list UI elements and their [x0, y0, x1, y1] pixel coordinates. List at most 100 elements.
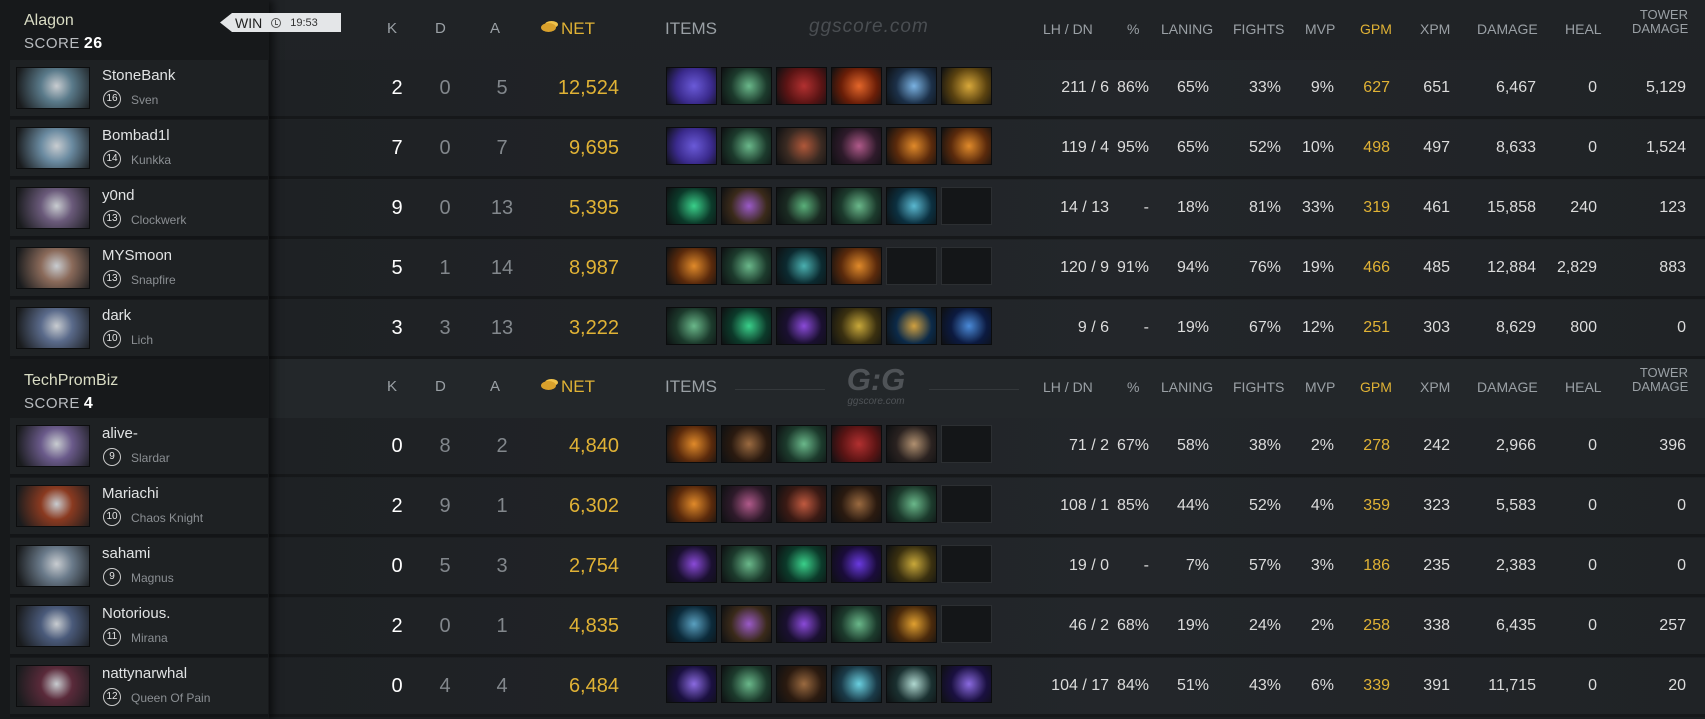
hero-portrait[interactable]	[16, 187, 90, 229]
wave-orb-item[interactable]	[886, 187, 937, 225]
purple-cloak-item[interactable]	[666, 67, 717, 105]
col-xpm[interactable]: XPM	[1420, 379, 1450, 395]
golden-helm-item[interactable]	[941, 67, 992, 105]
green-staff-item[interactable]	[721, 127, 772, 165]
col-kills[interactable]: K	[387, 378, 397, 395]
orange-bracer-item[interactable]	[886, 127, 937, 165]
col-lh-dn[interactable]: LH / DN	[1043, 379, 1093, 395]
col-fights[interactable]: FIGHTS	[1233, 379, 1284, 395]
green-staff-item[interactable]	[831, 605, 882, 643]
purple-cloak-item[interactable]	[666, 127, 717, 165]
mana-potion-item[interactable]	[941, 307, 992, 345]
player-row[interactable]: Mariachi 10 Chaos Knight	[10, 478, 268, 537]
col-damage[interactable]: DAMAGE	[1477, 379, 1538, 395]
col-percent[interactable]: %	[1127, 379, 1139, 395]
gold-trinket-item[interactable]	[831, 307, 882, 345]
brown-boots-item[interactable]	[721, 425, 772, 463]
blue-crystal-item[interactable]	[831, 665, 882, 703]
hero-portrait[interactable]	[16, 485, 90, 527]
crossbow-item[interactable]	[721, 485, 772, 523]
player-name[interactable]: Mariachi	[102, 485, 159, 502]
player-name[interactable]: alive-	[102, 425, 138, 442]
col-gpm[interactable]: GPM	[1360, 379, 1392, 395]
teal-boots-item[interactable]	[776, 247, 827, 285]
col-fights[interactable]: FIGHTS	[1233, 21, 1284, 37]
teal-bottle-item[interactable]	[666, 605, 717, 643]
green-blade-item[interactable]	[776, 187, 827, 225]
col-damage[interactable]: DAMAGE	[1477, 21, 1538, 37]
col-tower-damage[interactable]: TOWER DAMAGE	[1632, 8, 1688, 36]
col-laning[interactable]: LANING	[1161, 21, 1213, 37]
white-wind-item[interactable]	[886, 665, 937, 703]
green-staff-item[interactable]	[886, 485, 937, 523]
purple-orb-item[interactable]	[776, 605, 827, 643]
col-deaths[interactable]: D	[435, 20, 446, 37]
hero-portrait[interactable]	[16, 127, 90, 169]
crossbow-item[interactable]	[831, 127, 882, 165]
col-kills[interactable]: K	[387, 20, 397, 37]
purple-orb-item[interactable]	[776, 307, 827, 345]
green-staff-item[interactable]	[831, 187, 882, 225]
battle-axe-item[interactable]	[886, 425, 937, 463]
player-name[interactable]: MYSmoon	[102, 247, 172, 264]
col-heal[interactable]: HEAL	[1565, 21, 1602, 37]
eye-amulet-item[interactable]	[886, 307, 937, 345]
orange-bracer-item[interactable]	[666, 425, 717, 463]
col-xpm[interactable]: XPM	[1420, 21, 1450, 37]
red-axe-item[interactable]	[776, 485, 827, 523]
orange-bracer-item[interactable]	[831, 247, 882, 285]
green-staff-item[interactable]	[721, 545, 772, 583]
green-boots-item[interactable]	[776, 545, 827, 583]
purple-ring-item[interactable]	[831, 545, 882, 583]
col-networth[interactable]: NET	[541, 19, 595, 39]
green-boots-item[interactable]	[666, 187, 717, 225]
col-gpm[interactable]: GPM	[1360, 21, 1392, 37]
player-name[interactable]: dark	[102, 307, 131, 324]
green-boots-item[interactable]	[721, 307, 772, 345]
red-helm-item[interactable]	[831, 425, 882, 463]
fire-orb-item[interactable]	[831, 67, 882, 105]
player-name[interactable]: y0nd	[102, 187, 135, 204]
hero-portrait[interactable]	[16, 545, 90, 587]
green-staff-item[interactable]	[721, 665, 772, 703]
orange-bracer-item[interactable]	[941, 127, 992, 165]
blue-scepter-item[interactable]	[886, 67, 937, 105]
hero-portrait[interactable]	[16, 425, 90, 467]
green-staff-item[interactable]	[721, 247, 772, 285]
col-assists[interactable]: A	[490, 20, 500, 37]
player-name[interactable]: StoneBank	[102, 67, 175, 84]
player-name[interactable]: sahami	[102, 545, 150, 562]
hero-portrait[interactable]	[16, 665, 90, 707]
green-staff-item[interactable]	[666, 307, 717, 345]
purple-mage-item[interactable]	[721, 605, 772, 643]
player-row[interactable]: sahami 9 Magnus	[10, 538, 268, 597]
player-name[interactable]: Notorious.	[102, 605, 170, 622]
col-deaths[interactable]: D	[435, 378, 446, 395]
green-staff-item[interactable]	[721, 67, 772, 105]
orange-bracer-item[interactable]	[666, 485, 717, 523]
player-row[interactable]: Bombad1l 14 Kunkka	[10, 120, 268, 179]
purple-blade-item[interactable]	[941, 665, 992, 703]
brown-boots-item[interactable]	[831, 485, 882, 523]
player-row[interactable]: nattynarwhal 12 Queen Of Pain	[10, 658, 268, 717]
purple-blade-item[interactable]	[666, 665, 717, 703]
green-staff-item[interactable]	[776, 425, 827, 463]
purple-mage-item[interactable]	[721, 187, 772, 225]
player-row[interactable]: Notorious. 11 Mirana	[10, 598, 268, 657]
gold-charm-item[interactable]	[886, 605, 937, 643]
team-name[interactable]: Alagon	[24, 12, 74, 30]
player-row[interactable]: dark 10 Lich	[10, 300, 268, 359]
col-mvp[interactable]: MVP	[1305, 21, 1335, 37]
hero-portrait[interactable]	[16, 247, 90, 289]
col-tower-damage[interactable]: TOWER DAMAGE	[1632, 366, 1688, 394]
player-row[interactable]: StoneBank 16 Sven	[10, 60, 268, 119]
hero-portrait[interactable]	[16, 605, 90, 647]
red-helm-item[interactable]	[776, 67, 827, 105]
col-laning[interactable]: LANING	[1161, 379, 1213, 395]
player-row[interactable]: alive- 9 Slardar	[10, 418, 268, 477]
col-networth[interactable]: NET	[541, 377, 595, 397]
orange-bracer-item[interactable]	[666, 247, 717, 285]
hero-portrait[interactable]	[16, 307, 90, 349]
col-lh-dn[interactable]: LH / DN	[1043, 21, 1093, 37]
col-heal[interactable]: HEAL	[1565, 379, 1602, 395]
